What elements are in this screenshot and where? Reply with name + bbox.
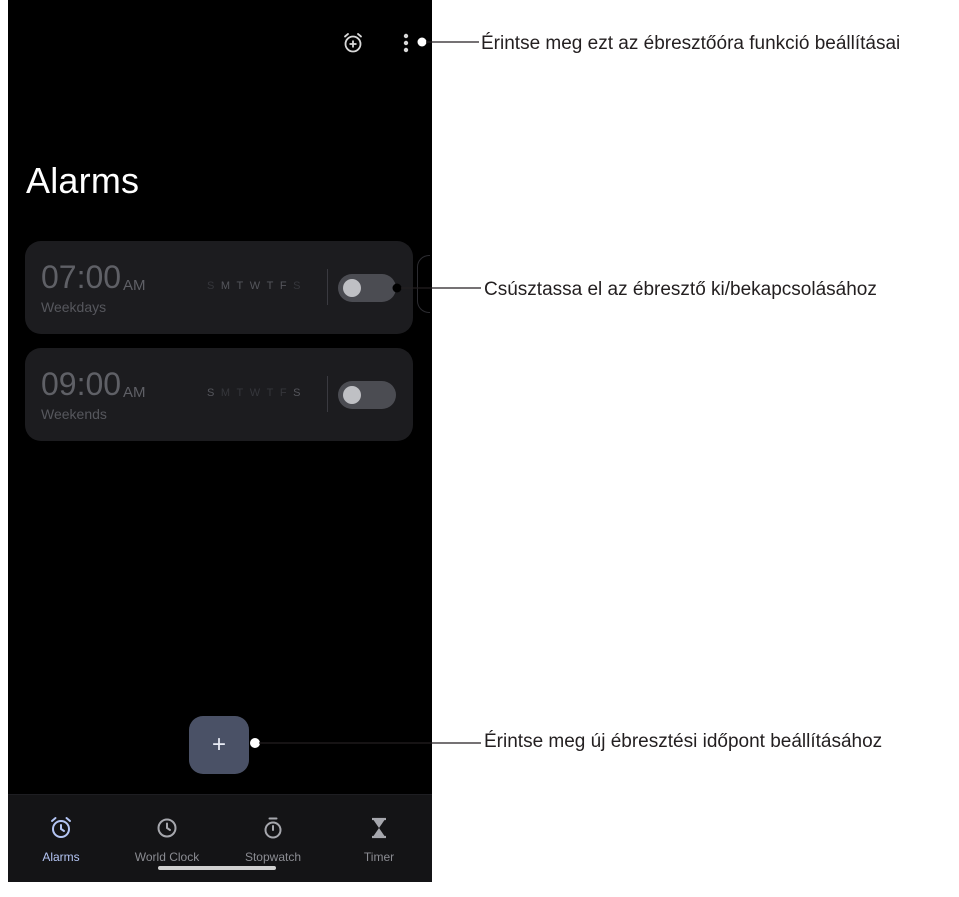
divider bbox=[327, 376, 328, 412]
day-sunday: S bbox=[207, 280, 215, 292]
callout-toggle-text: Csúsztassa el az ébresztő ki/bekapcsolás… bbox=[484, 279, 877, 300]
day-friday: F bbox=[279, 280, 288, 292]
alarm-label: Weekdays bbox=[41, 299, 107, 315]
clock-app-screen: Alarms 07:00 AM Weekdays S M T W T F S 0… bbox=[8, 0, 432, 882]
day-saturday: S bbox=[293, 387, 301, 399]
callout-add-text: Érintse meg új ébresztési időpont beállí… bbox=[484, 731, 883, 752]
tab-timer[interactable]: Timer bbox=[326, 795, 432, 882]
page-title: Alarms bbox=[26, 160, 140, 201]
more-vert-icon[interactable] bbox=[396, 30, 416, 56]
day-thursday: T bbox=[266, 280, 274, 292]
day-monday: M bbox=[220, 280, 231, 292]
add-alarm-icon[interactable] bbox=[340, 30, 366, 56]
home-indicator[interactable] bbox=[158, 866, 276, 870]
day-wednesday: W bbox=[249, 280, 261, 292]
swipe-edge-hint bbox=[417, 255, 430, 313]
alarm-icon bbox=[48, 815, 74, 841]
alarm-time: 09:00 bbox=[41, 366, 122, 402]
tab-label: Timer bbox=[363, 850, 395, 864]
alarm-card-weekends[interactable]: 09:00 AM Weekends S M T W T F S bbox=[25, 348, 413, 441]
tab-label: World Clock bbox=[134, 850, 200, 864]
add-alarm-button[interactable]: + bbox=[189, 716, 249, 774]
day-thursday: T bbox=[266, 387, 274, 399]
clock-icon bbox=[154, 815, 180, 841]
day-friday: F bbox=[279, 387, 288, 399]
day-monday: M bbox=[220, 387, 231, 399]
alarm-ampm: AM bbox=[123, 384, 146, 401]
tab-alarms[interactable]: Alarms bbox=[8, 795, 114, 882]
day-tuesday: T bbox=[236, 387, 244, 399]
day-sunday: S bbox=[207, 387, 215, 399]
tab-label: Alarms bbox=[42, 850, 80, 864]
alarm-toggle[interactable] bbox=[338, 274, 396, 302]
repeat-days: S M T W T F S bbox=[207, 387, 301, 399]
plus-icon: + bbox=[211, 731, 226, 758]
alarm-card-weekdays[interactable]: 07:00 AM Weekdays S M T W T F S bbox=[25, 241, 413, 334]
stopwatch-icon bbox=[260, 815, 286, 841]
callout-menu-text: Érintse meg ezt az ébresztőóra funkció b… bbox=[481, 33, 901, 54]
repeat-days: S M T W T F S bbox=[207, 280, 301, 292]
divider bbox=[327, 269, 328, 305]
day-tuesday: T bbox=[236, 280, 244, 292]
toggle-knob bbox=[343, 386, 361, 404]
toggle-knob bbox=[343, 279, 361, 297]
alarm-label: Weekends bbox=[41, 406, 107, 422]
alarm-ampm: AM bbox=[123, 277, 146, 294]
day-wednesday: W bbox=[249, 387, 261, 399]
day-saturday: S bbox=[293, 280, 301, 292]
hourglass-icon bbox=[366, 815, 392, 841]
tab-label: Stopwatch bbox=[244, 850, 302, 864]
alarm-time: 07:00 bbox=[41, 259, 122, 295]
alarm-toggle[interactable] bbox=[338, 381, 396, 409]
